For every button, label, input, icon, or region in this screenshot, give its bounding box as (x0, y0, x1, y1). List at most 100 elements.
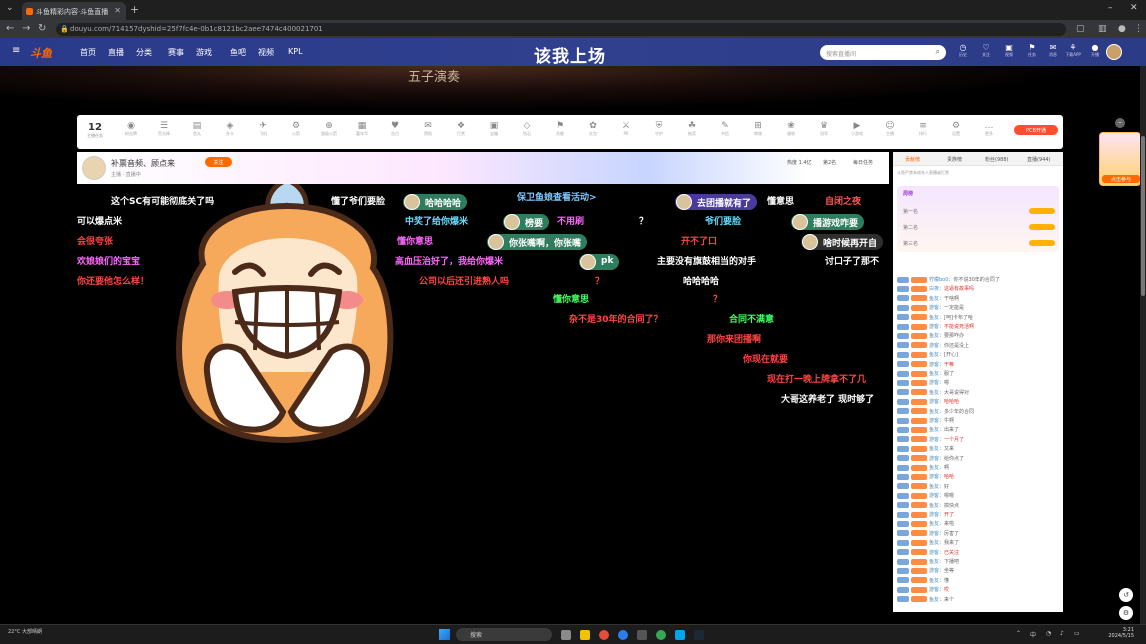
tab-contribution[interactable]: 贡献榜 (905, 156, 920, 163)
gift-item[interactable]: ♛ 冠军 (812, 121, 836, 137)
video-icon[interactable]: ▣ 视频 (999, 43, 1019, 58)
chat-message[interactable]: 白夜：这逼有故事吗 (897, 285, 1061, 294)
hamburger-icon[interactable]: ≡ (12, 45, 20, 56)
chat-username[interactable]: 游客 (929, 512, 939, 518)
minimize-button[interactable]: – (1108, 3, 1113, 13)
chat-message[interactable]: 鱼友：我来了 (897, 539, 1061, 548)
chat-message[interactable]: 游客：开了 (897, 511, 1061, 520)
chat-username[interactable]: 鱼友 (929, 427, 939, 433)
file-explorer-icon[interactable] (580, 630, 590, 640)
gift-item[interactable]: ❖ 打赏 (449, 121, 473, 137)
chat-username[interactable]: 游客 (929, 456, 939, 462)
gift-item[interactable]: ▦ 嘉年华 (350, 121, 374, 137)
gift-item[interactable]: ✈ 飞机 (251, 121, 275, 137)
chat-message[interactable]: 鱼友：服了 (897, 370, 1061, 379)
douyu-logo[interactable]: 斗鱼 (30, 45, 52, 61)
user-avatar[interactable] (1106, 44, 1122, 60)
input-method[interactable]: 中 (1030, 630, 1036, 639)
chat-username[interactable]: 柠檬bo0 (929, 277, 948, 283)
rank-badge[interactable]: 第2名 (823, 159, 836, 166)
nav-category[interactable]: 分类 (136, 47, 152, 58)
new-tab-button[interactable]: + (130, 3, 139, 16)
chat-username[interactable]: 鱼友 (929, 333, 939, 339)
chat-message[interactable]: 鱼友：啊 (897, 464, 1061, 473)
gift-item[interactable]: ◈ 办卡 (218, 121, 242, 137)
rank-row-2[interactable]: 第二名 (903, 224, 918, 231)
gift-item[interactable]: ⛨ 守护 (647, 121, 671, 137)
gift-item[interactable]: ⚑ 贡献 (548, 121, 572, 137)
gift-item[interactable]: ✿ 礼包 (581, 121, 605, 137)
close-window-button[interactable]: ✕ (1130, 3, 1138, 13)
chat-message[interactable]: 游客：一个月了 (897, 436, 1061, 445)
gift-item[interactable]: ▶ 小游戏 (845, 121, 869, 137)
nav-kpl[interactable]: KPL (288, 47, 303, 56)
nav-events[interactable]: 赛事 (168, 47, 184, 58)
chat-message[interactable]: 游客：你还是没上 (897, 342, 1061, 351)
settings-float-icon[interactable]: ⚙ (1119, 606, 1133, 620)
gift-item[interactable]: ☺ 主播 (878, 121, 902, 137)
search-input[interactable]: 搜索直播间 ⌕ (820, 45, 946, 60)
battery-icon[interactable]: ▭ (1074, 630, 1080, 637)
chat-message[interactable]: 游客：哈哈哈 (897, 398, 1061, 407)
gift-item[interactable]: ⚙ 设置 (944, 121, 968, 137)
chat-username[interactable]: 鱼友 (929, 503, 939, 509)
app-icon-1[interactable] (637, 630, 647, 640)
chat-message[interactable]: 鱼友：搞快点 (897, 502, 1061, 511)
gift-item[interactable]: ♥ 告白 (383, 121, 407, 137)
gift-item[interactable]: ☘ 抽奖 (680, 121, 704, 137)
clock[interactable]: 3:21 2024/5/15 (1106, 627, 1134, 639)
chat-message[interactable]: 游客：牛啊 (897, 417, 1061, 426)
gift-icon[interactable]: ⚑ 任务 (1022, 43, 1042, 58)
chat-username[interactable]: 游客 (929, 531, 939, 537)
edge-icon[interactable] (618, 630, 628, 640)
app-icon[interactable]: ⚘ 下载APP (1063, 43, 1083, 58)
chat-message[interactable]: 游客：厉害了 (897, 530, 1061, 539)
chat-username[interactable]: 鱼友 (929, 578, 939, 584)
split-icon[interactable]: ▥ (1098, 24, 1107, 34)
rank-row-3[interactable]: 第三名 (903, 240, 918, 247)
gift-item[interactable]: ☰ 荧光棒 (152, 121, 176, 137)
chat-username[interactable]: 鱼友 (929, 296, 939, 302)
chat-message[interactable]: 游客：给你点了 (897, 455, 1061, 464)
chat-message[interactable]: 游客：不能说死活啊 (897, 323, 1061, 332)
chat-username[interactable]: 游客 (929, 587, 939, 593)
close-activity-icon[interactable]: – (1115, 118, 1125, 128)
chat-message[interactable]: 鱼友：懂 (897, 577, 1061, 586)
chat-message[interactable]: 柠檬bo0：你不说30年的合同了 (897, 276, 1061, 285)
tab-live-count[interactable]: 直播(944) (1027, 156, 1050, 163)
task-view-icon[interactable] (561, 630, 571, 640)
chat-message[interactable]: 鱼友：多少年的合同 (897, 408, 1061, 417)
gift-item[interactable]: ✎ 书信 (713, 121, 737, 137)
menu-icon[interactable]: ⋮ (1134, 24, 1143, 34)
gift-item[interactable]: … 更多 (977, 121, 1001, 137)
chat-username[interactable]: 游客 (929, 568, 939, 574)
chat-message[interactable]: 游客：坐等 (897, 567, 1061, 576)
nav-video[interactable]: 视频 (258, 47, 274, 58)
browser-tab[interactable]: 斗鱼精彩内容·斗鱼直播 ✕ (22, 2, 126, 20)
profile-icon[interactable]: ● (1118, 24, 1126, 34)
replay-icon[interactable]: ↺ (1119, 588, 1133, 602)
chat-username[interactable]: 鱼友 (929, 352, 939, 358)
follow-icon[interactable]: ♡ 关注 (976, 43, 996, 58)
chat-username[interactable]: 鱼友 (929, 521, 939, 527)
chat-username[interactable]: 鱼友 (929, 484, 939, 490)
chat-username[interactable]: 游客 (929, 493, 939, 499)
gift-item[interactable]: ▣ 宝箱 (482, 121, 506, 137)
weather-widget[interactable]: 22°C 大部晴朗 (8, 628, 42, 635)
gift-item[interactable]: ⚔ PK (614, 121, 638, 136)
chat-username[interactable]: 游客 (929, 380, 939, 386)
chat-message[interactable]: 游客：已关注 (897, 549, 1061, 558)
chat-username[interactable]: 游客 (929, 324, 939, 330)
chat-username[interactable]: 游客 (929, 474, 939, 480)
page-scrollbar[interactable] (1140, 66, 1146, 624)
chat-message[interactable]: 鱼友：[呵]卡布了哈 (897, 314, 1061, 323)
chat-message[interactable]: 鱼友：来个 (897, 596, 1061, 605)
chat-message[interactable]: 游客：一定能是 (897, 304, 1061, 313)
extensions-icon[interactable]: ▢ (1076, 24, 1085, 34)
chat-username[interactable]: 游客 (929, 305, 939, 311)
streamer-avatar[interactable] (82, 156, 106, 180)
activity-widget[interactable]: 点击参与 (1099, 132, 1141, 186)
chat-username[interactable]: 游客 (929, 550, 939, 556)
gift-item[interactable]: ❀ 福袋 (779, 121, 803, 137)
chat-message[interactable]: 鱼友：干啥啊 (897, 295, 1061, 304)
